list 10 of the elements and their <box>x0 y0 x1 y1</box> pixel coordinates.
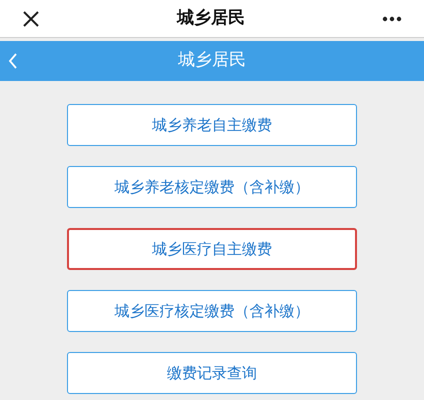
menu-button[interactable]: 城乡医疗核定缴费（含补缴） <box>67 290 357 332</box>
menu-button[interactable]: 城乡养老自主缴费 <box>67 104 357 146</box>
menu-button[interactable]: 城乡医疗自主缴费 <box>67 228 357 270</box>
menu-button[interactable]: 城乡养老核定缴费（含补缴） <box>67 166 357 208</box>
menu-button[interactable]: 缴费记录查询 <box>67 352 357 394</box>
window-title: 城乡居民 <box>177 6 245 30</box>
more-icon[interactable] <box>382 16 402 22</box>
back-icon[interactable] <box>8 53 18 69</box>
header-title: 城乡居民 <box>178 49 246 72</box>
close-icon[interactable] <box>22 10 40 28</box>
